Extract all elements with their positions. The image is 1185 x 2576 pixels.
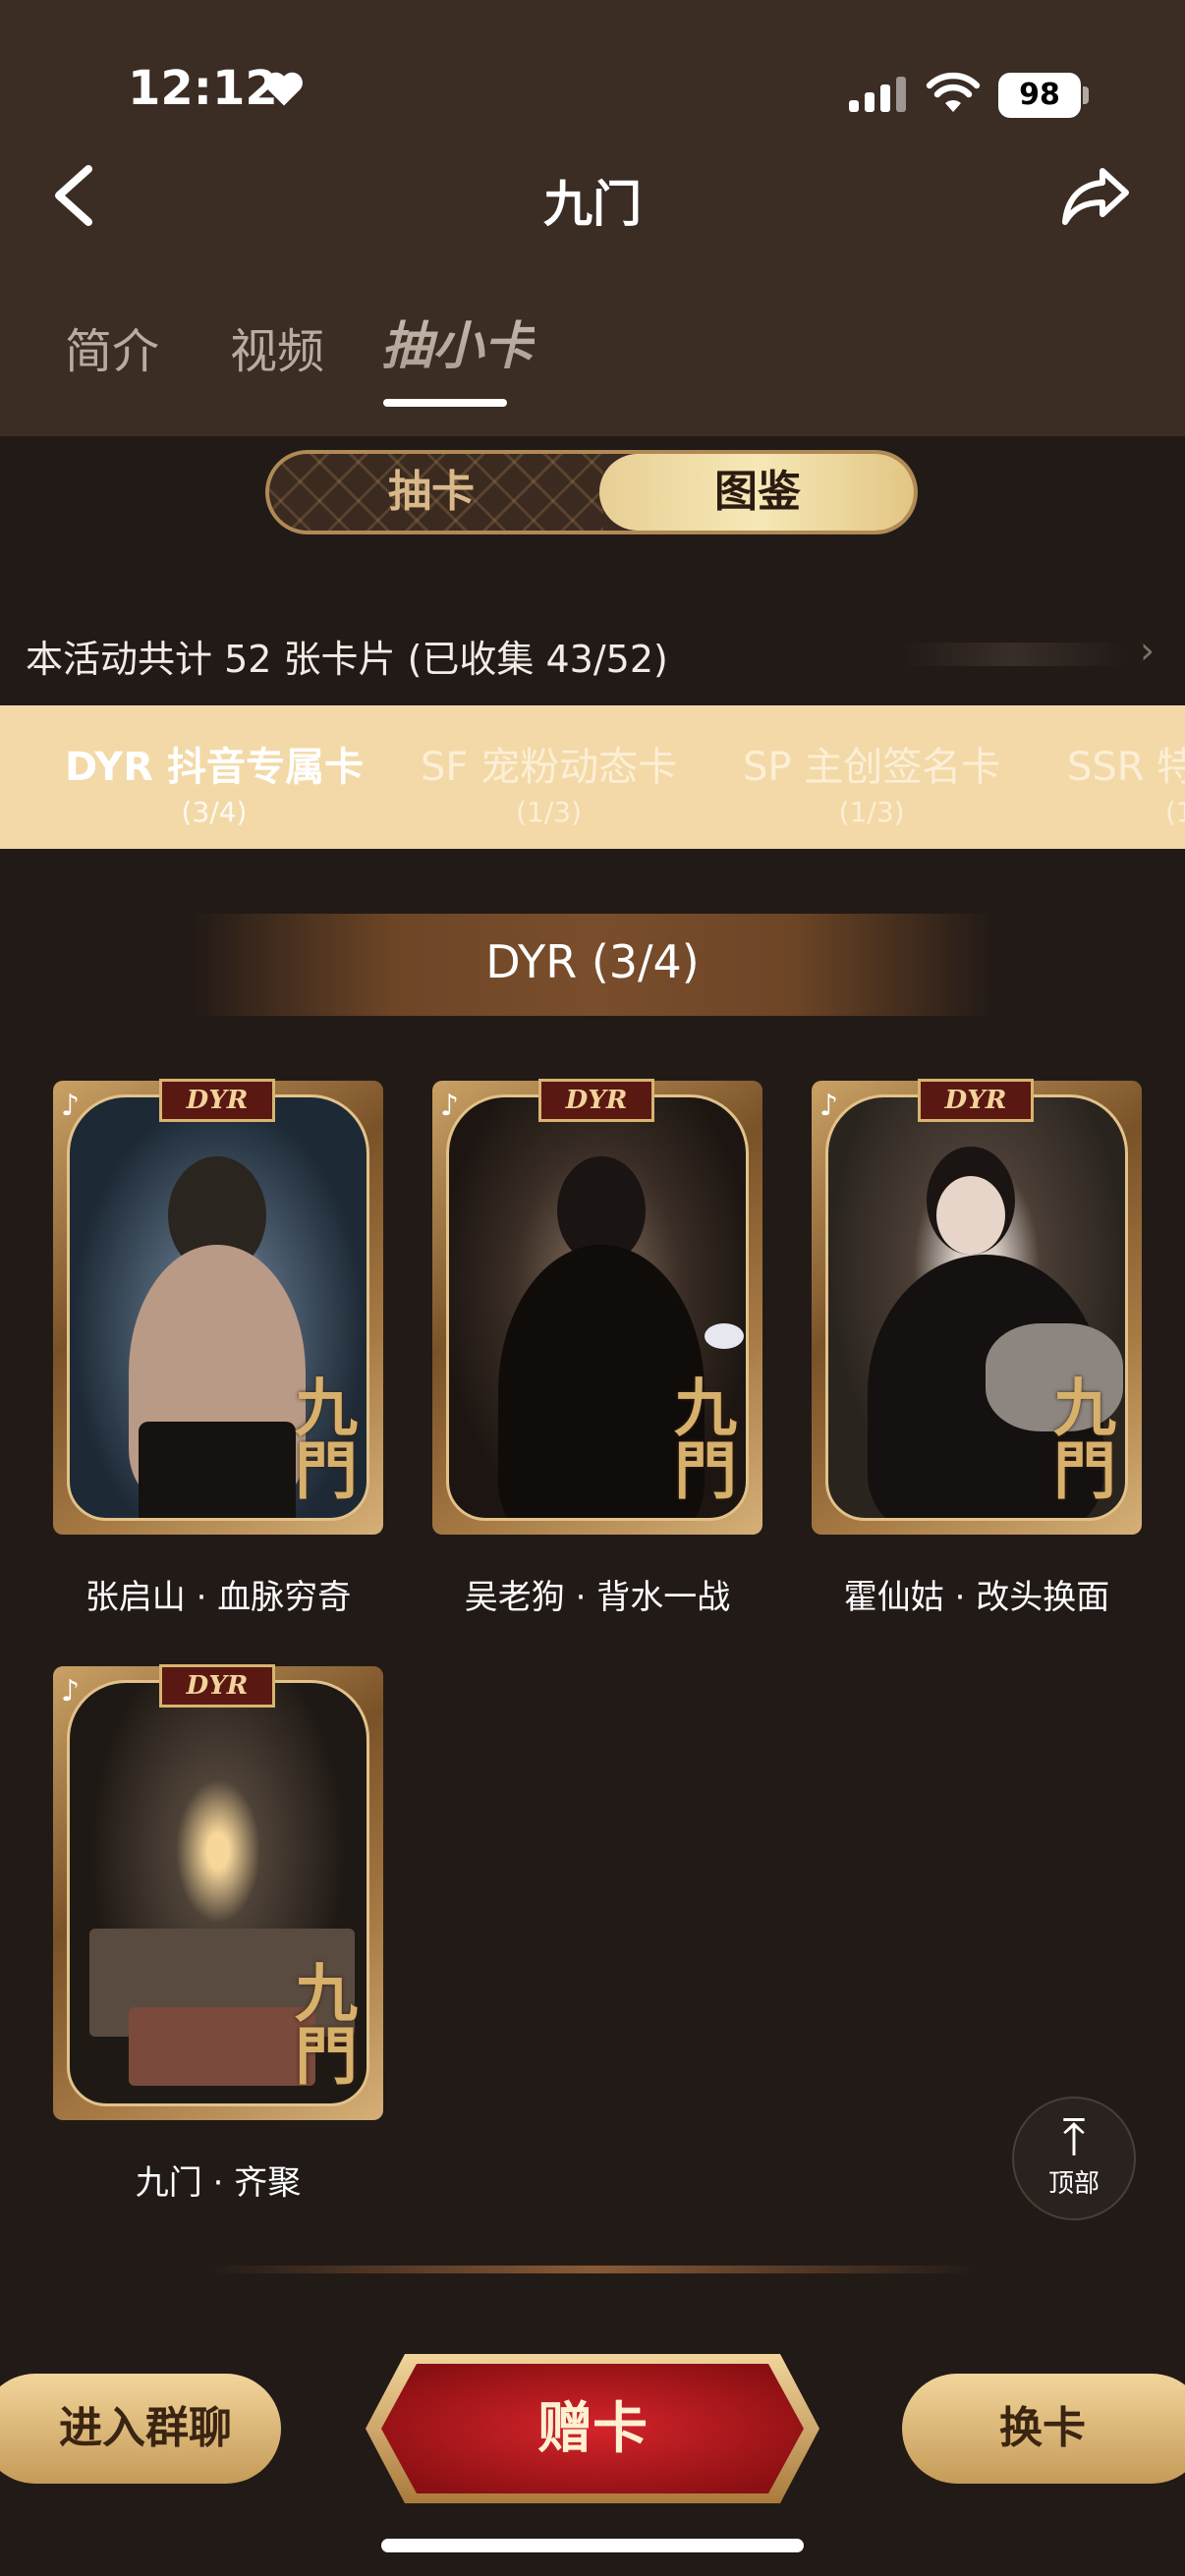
category-count: (1/3) (838, 796, 905, 828)
battery-tip (1083, 86, 1089, 104)
category-dyr[interactable]: DYR 抖音专属卡 (3/4) (65, 735, 364, 828)
douyin-logo-icon: ♪ (61, 1089, 81, 1123)
category-name: SP 主创签名卡 (743, 745, 1001, 790)
collection-summary: 本活动共计 52 张卡片 (已收集 43/52) (26, 638, 668, 681)
gift-card-button[interactable]: 赠卡 (366, 2354, 819, 2503)
card-zhang-qishan[interactable]: 九門 DYR ♪ (53, 1079, 383, 1535)
collection-hint (900, 643, 1126, 666)
toggle-collection[interactable]: 图鉴 (599, 454, 914, 531)
heart-icon (265, 72, 303, 106)
back-to-top-button[interactable]: ⤒ 顶部 (1012, 2097, 1136, 2220)
tab-active-underline (383, 399, 507, 407)
section-title: DYR (3/4) (485, 935, 700, 988)
card-image: 九門 (446, 1094, 749, 1521)
share-icon[interactable] (1059, 165, 1132, 226)
card-tag: DYR (159, 1079, 275, 1122)
card-image: 九門 (67, 1680, 369, 2106)
chevron-right-icon[interactable]: › (1140, 629, 1155, 672)
signal-icon (849, 77, 912, 112)
card-caption: 九门 · 齐聚 (135, 2163, 302, 2203)
status-time: 12:12 (128, 61, 278, 116)
category-name: SSR 特 (1067, 745, 1185, 790)
toggle-draw-card[interactable]: 抽卡 (269, 454, 593, 531)
tab-intro[interactable]: 简介 (65, 312, 159, 381)
card-tag: DYR (538, 1079, 654, 1122)
exchange-card-button[interactable]: 换卡 (902, 2374, 1185, 2484)
douyin-logo-icon: ♪ (440, 1089, 460, 1123)
card-tag: DYR (918, 1079, 1034, 1122)
card-mark: 九門 (1043, 1374, 1116, 1500)
card-caption: 霍仙姑 · 改头换面 (843, 1578, 1110, 1617)
category-sp[interactable]: SP 主创签名卡 (1/3) (743, 735, 1000, 828)
page-title: 九门 (543, 176, 642, 233)
card-tag: DYR (159, 1664, 275, 1708)
card-image: 九門 (825, 1094, 1128, 1521)
tab-video[interactable]: 视频 (230, 312, 324, 381)
top-button-label: 顶部 (1047, 2169, 1100, 2199)
card-mark: 九門 (663, 1374, 737, 1500)
category-count: (1 (1165, 796, 1185, 828)
category-name: SF 宠粉动态卡 (421, 745, 678, 790)
card-image: 九門 (67, 1094, 369, 1521)
category-strip: DYR 抖音专属卡 (3/4) SF 宠粉动态卡 (1/3) SP 主创签名卡 … (0, 705, 1185, 849)
draw-collection-toggle: 抽卡 图鉴 (265, 450, 918, 534)
category-ssr[interactable]: SSR 特 (1 (1067, 735, 1185, 828)
arrow-up-icon: ⤒ (1062, 2108, 1086, 2167)
card-caption: 张启山 · 血脉穷奇 (85, 1578, 352, 1617)
divider (206, 2266, 979, 2273)
category-count: (1/3) (516, 796, 583, 828)
category-sf[interactable]: SF 宠粉动态卡 (1/3) (421, 735, 677, 828)
tab-draw-card[interactable]: 抽小卡 (381, 305, 535, 378)
battery-indicator: 98 (998, 73, 1081, 118)
card-huo-xiangu[interactable]: 九門 DYR ♪ (812, 1079, 1142, 1535)
category-count: (3/4) (181, 796, 248, 828)
join-group-chat-button[interactable]: 进入群聊 (0, 2374, 281, 2484)
douyin-logo-icon: ♪ (819, 1089, 839, 1123)
card-jiumen-gathering[interactable]: 九門 DYR ♪ (53, 1664, 383, 2120)
douyin-logo-icon: ♪ (61, 1674, 81, 1708)
category-name: DYR 抖音专属卡 (65, 745, 364, 790)
card-wu-laogou[interactable]: 九門 DYR ♪ (432, 1079, 762, 1535)
card-caption: 吴老狗 · 背水一战 (464, 1578, 731, 1617)
wifi-icon (926, 72, 981, 112)
card-mark: 九門 (284, 1960, 358, 2086)
card-mark: 九門 (284, 1374, 358, 1500)
home-indicator (381, 2539, 804, 2552)
